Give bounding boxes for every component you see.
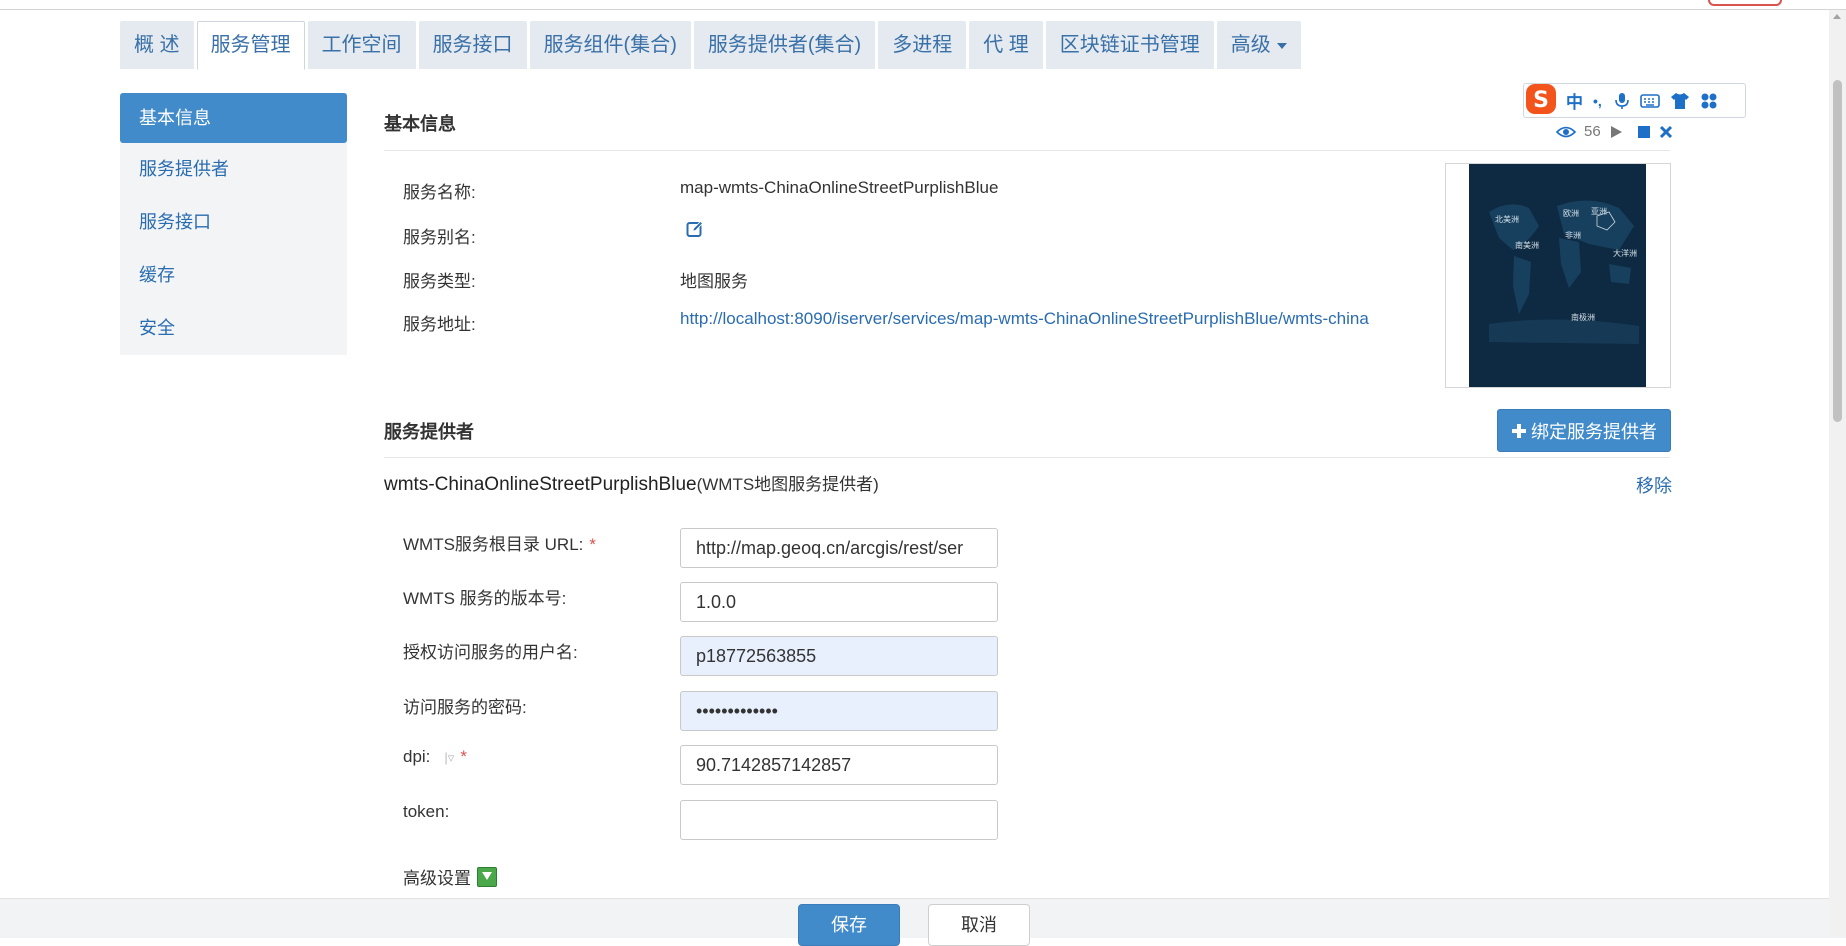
- footer-bar: [0, 898, 1846, 938]
- map-preview-thumbnail[interactable]: 北美洲 欧洲 亚洲 南美洲 非洲 大洋洲 南极洲: [1445, 163, 1671, 388]
- expand-down-icon[interactable]: [477, 867, 497, 887]
- service-name-value: map-wmts-ChinaOnlineStreetPurplishBlue: [680, 178, 999, 197]
- password-input[interactable]: [680, 691, 998, 731]
- map-label: 非洲: [1565, 230, 1581, 240]
- required-mark: *: [589, 535, 597, 554]
- service-address-label: 服务地址:: [403, 315, 476, 334]
- username-label: 授权访问服务的用户名:: [403, 643, 578, 662]
- svg-text:S: S: [1533, 88, 1549, 113]
- wmts-version-label: WMTS 服务的版本号:: [403, 589, 567, 608]
- map-label: 南美洲: [1515, 240, 1539, 250]
- tab-service-interface[interactable]: 服务接口: [418, 21, 527, 69]
- vertical-scrollbar[interactable]: [1829, 10, 1846, 937]
- provider-name-text: wmts-ChinaOnlineStreetPurplishBlue: [384, 474, 697, 495]
- tab-service-components[interactable]: 服务组件(集合): [529, 21, 691, 69]
- plus-icon: [1512, 423, 1526, 438]
- password-label: 访问服务的密码:: [403, 698, 527, 717]
- tab-service-management[interactable]: 服务管理: [196, 21, 305, 70]
- service-alias-label: 服务别名:: [403, 228, 476, 247]
- tab-advanced-dropdown[interactable]: 高级: [1216, 21, 1301, 69]
- save-button[interactable]: 保存: [798, 904, 900, 946]
- sidebar: 基本信息 服务提供者 服务接口 缓存 安全: [120, 93, 347, 355]
- microphone-icon[interactable]: [1614, 92, 1630, 110]
- basic-info-title: 基本信息: [384, 114, 456, 134]
- ime-chinese-toggle[interactable]: 中: [1566, 88, 1583, 113]
- tab-service-providers[interactable]: 服务提供者(集合): [693, 21, 876, 69]
- map-label: 大洋洲: [1613, 248, 1637, 258]
- advanced-settings-toggle[interactable]: 高级设置: [403, 864, 497, 889]
- provider-name: wmts-ChinaOnlineStreetPurplishBlue(WMTS地…: [384, 470, 879, 496]
- tab-overview[interactable]: 概 述: [120, 21, 194, 69]
- eye-icon: [1556, 126, 1576, 137]
- cancel-button[interactable]: 取消: [928, 904, 1030, 946]
- top-tab-bar: 概 述 服务管理 工作空间 服务接口 服务组件(集合) 服务提供者(集合) 多进…: [120, 21, 1301, 70]
- service-name-label: 服务名称:: [403, 183, 476, 202]
- map-label: 亚洲: [1591, 207, 1607, 216]
- provider-section-title: 服务提供者: [384, 422, 474, 442]
- sogou-logo-icon[interactable]: S: [1524, 82, 1558, 116]
- close-icon[interactable]: [1659, 125, 1673, 139]
- divider: [384, 150, 1670, 151]
- world-map-graphic: 北美洲 欧洲 亚洲 南美洲 非洲 大洋洲 南极洲: [1469, 164, 1646, 387]
- token-label: token:: [403, 802, 450, 821]
- map-label: 南极洲: [1571, 312, 1595, 322]
- username-input[interactable]: [680, 636, 998, 676]
- ime-status-row: 56: [1556, 123, 1673, 140]
- dpi-label: dpi: |▿ *: [403, 747, 467, 766]
- service-address-link[interactable]: http://localhost:8090/iserver/services/m…: [680, 309, 1369, 328]
- sidebar-item-providers[interactable]: 服务提供者: [120, 143, 347, 196]
- wmts-url-label: WMTS服务根目录 URL: *: [403, 535, 597, 554]
- wmts-url-input[interactable]: [680, 528, 998, 568]
- sidebar-item-security[interactable]: 安全: [120, 302, 347, 355]
- browser-top-edge: [0, 0, 1846, 10]
- tab-advanced-label: 高级: [1230, 34, 1271, 56]
- info-icon: |▿: [444, 750, 455, 765]
- tab-blockchain-certificates[interactable]: 区块链证书管理: [1045, 21, 1214, 69]
- tab-workspace[interactable]: 工作空间: [307, 21, 416, 69]
- keyboard-icon[interactable]: [1639, 93, 1660, 109]
- tab-multiprocess[interactable]: 多进程: [878, 21, 967, 69]
- view-count: 56: [1584, 123, 1601, 140]
- service-address-wrapper: http://localhost:8090/iserver/services/m…: [680, 306, 1405, 332]
- token-input[interactable]: [680, 800, 998, 840]
- map-preview-image: 北美洲 欧洲 亚洲 南美洲 非洲 大洋洲 南极洲: [1469, 164, 1646, 387]
- ime-toolbar: S 中 •,: [1523, 83, 1746, 118]
- divider: [384, 457, 1670, 458]
- service-type-label: 服务类型:: [403, 272, 476, 291]
- skin-shirt-icon[interactable]: [1670, 92, 1690, 110]
- bind-provider-label: 绑定服务提供者: [1531, 421, 1657, 442]
- wmts-version-input[interactable]: [680, 582, 998, 622]
- sidebar-item-cache[interactable]: 缓存: [120, 249, 347, 302]
- stop-icon[interactable]: [1637, 125, 1651, 139]
- tab-proxy[interactable]: 代 理: [969, 21, 1043, 69]
- remove-provider-link[interactable]: 移除: [1636, 472, 1672, 498]
- edit-icon[interactable]: [686, 220, 704, 238]
- provider-type-text: (WMTS地图服务提供者): [696, 475, 879, 494]
- sidebar-item-basic-info[interactable]: 基本信息: [120, 93, 347, 143]
- scroll-up-arrow-icon[interactable]: [1833, 14, 1841, 19]
- toolbox-grid-icon[interactable]: [1700, 92, 1718, 110]
- caret-down-icon: [1276, 42, 1287, 49]
- dpi-input[interactable]: [680, 745, 998, 785]
- service-type-value: 地图服务: [680, 272, 748, 291]
- advanced-settings-label: 高级设置: [403, 869, 471, 888]
- play-icon[interactable]: [1609, 125, 1623, 139]
- sidebar-item-interfaces[interactable]: 服务接口: [120, 196, 347, 249]
- bind-provider-button[interactable]: 绑定服务提供者: [1497, 409, 1671, 452]
- map-label: 北美洲: [1495, 214, 1519, 224]
- required-mark: *: [460, 747, 467, 766]
- scrollbar-thumb[interactable]: [1833, 80, 1842, 422]
- ime-punctuation-toggle[interactable]: •,: [1593, 93, 1602, 109]
- map-label: 欧洲: [1563, 208, 1579, 218]
